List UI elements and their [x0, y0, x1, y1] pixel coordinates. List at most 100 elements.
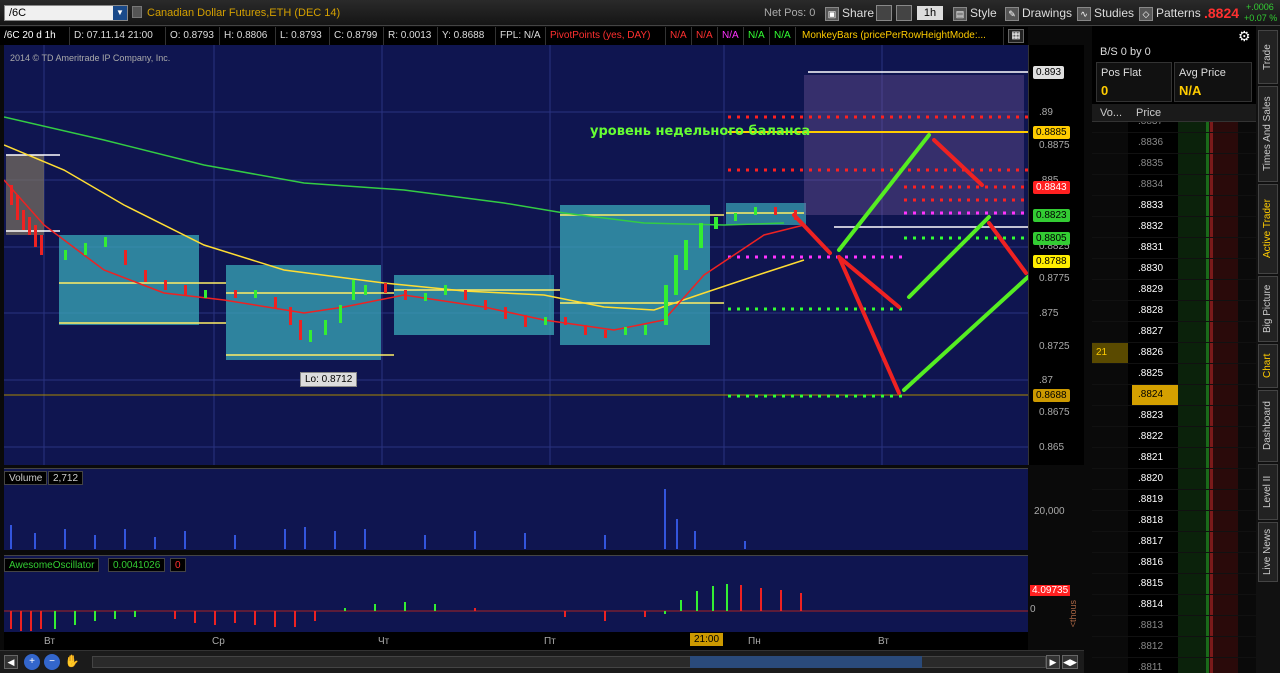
dom-row[interactable]: .8823	[1092, 406, 1256, 427]
dom-row[interactable]: .8819	[1092, 490, 1256, 511]
dom-price[interactable]: .8826	[1132, 343, 1178, 363]
dom-row[interactable]: .8830	[1092, 259, 1256, 280]
dom-row[interactable]: .8833	[1092, 196, 1256, 217]
dom-price[interactable]: .8821	[1132, 448, 1178, 468]
dom-row[interactable]: .8828	[1092, 301, 1256, 322]
info-pivotpoints[interactable]: PivotPoints (yes, DAY)	[546, 27, 666, 45]
dom-row[interactable]: .8816	[1092, 553, 1256, 574]
col-price-header[interactable]: Price	[1136, 107, 1161, 119]
style-button[interactable]: ▤ Style	[948, 4, 1002, 22]
price-label: 0.8805	[1033, 232, 1070, 245]
price-chart-canvas	[4, 45, 1028, 465]
dom-row[interactable]: .8834	[1092, 175, 1256, 196]
dom-price[interactable]: .8825	[1132, 364, 1178, 384]
dom-price[interactable]: .8827	[1132, 322, 1178, 342]
chart-info-bar: /6C 20 d 1h D: 07.11.14 21:00 O: 0.8793 …	[0, 27, 1028, 45]
tab-active-trader[interactable]: Active Trader	[1258, 184, 1278, 274]
dom-price[interactable]: .8832	[1132, 217, 1178, 237]
gear-icon[interactable]: ⚙	[1238, 28, 1251, 45]
expand-icon[interactable]: ◀▶	[1062, 655, 1078, 669]
dom-price[interactable]: .8812	[1132, 637, 1178, 657]
chart-settings-icon[interactable]: ▦	[1008, 29, 1024, 43]
dom-row[interactable]: .8815	[1092, 574, 1256, 595]
dom-row[interactable]: .8824	[1092, 385, 1256, 406]
symbol-input[interactable]: /6C ▼	[4, 5, 128, 21]
col-volume-header[interactable]: Vo...	[1100, 107, 1122, 119]
dom-price[interactable]: .8818	[1132, 511, 1178, 531]
awesome-oscillator-pane[interactable]: AwesomeOscillator 0.0041026 0	[4, 555, 1028, 632]
dom-row[interactable]: .8811	[1092, 658, 1256, 673]
dom-price[interactable]: .8816	[1132, 553, 1178, 573]
dom-row[interactable]: .8831	[1092, 238, 1256, 259]
dom-price[interactable]: .8833	[1132, 196, 1178, 216]
dom-price[interactable]: .8830	[1132, 259, 1178, 279]
dom-price[interactable]: .8813	[1132, 616, 1178, 636]
tab-trade[interactable]: Trade	[1258, 30, 1278, 84]
dom-price[interactable]: .8814	[1132, 595, 1178, 615]
tab-times-and-sales[interactable]: Times And Sales	[1258, 86, 1278, 182]
tab-dashboard[interactable]: Dashboard	[1258, 390, 1278, 462]
dom-row[interactable]: .8827	[1092, 322, 1256, 343]
tab-big-picture[interactable]: Big Picture	[1258, 276, 1278, 342]
info-low: L: 0.8793	[276, 27, 330, 45]
scroll-left-icon[interactable]: ◀	[4, 655, 18, 669]
dom-price[interactable]: .8831	[1132, 238, 1178, 258]
dom-row[interactable]: .8813	[1092, 616, 1256, 637]
dom-row[interactable]: .8821	[1092, 448, 1256, 469]
dom-row[interactable]: .8818	[1092, 511, 1256, 532]
scroll-right-icon[interactable]: ▶	[1046, 655, 1060, 669]
volume-pane[interactable]: Volume 2,712	[4, 468, 1028, 550]
dom-row[interactable]: .8836	[1092, 133, 1256, 154]
dom-row[interactable]: .8829	[1092, 280, 1256, 301]
info-monkeybars[interactable]: MonkeyBars (pricePerRowHeightMode:...	[798, 27, 1004, 45]
share-button[interactable]: ▣ Share	[820, 4, 879, 22]
crosshair-icon[interactable]	[876, 5, 892, 21]
dom-row[interactable]: .8820	[1092, 469, 1256, 490]
dom-row[interactable]: .8825	[1092, 364, 1256, 385]
tab-live-news[interactable]: Live News	[1258, 522, 1278, 582]
drawings-button[interactable]: ✎ Drawings	[1000, 4, 1077, 22]
info-close: C: 0.8799	[330, 27, 384, 45]
zoom-out-icon[interactable]: −	[44, 654, 60, 670]
info-symbol-timeframe[interactable]: /6C 20 d 1h	[0, 27, 70, 45]
tab-chart[interactable]: Chart	[1258, 344, 1278, 388]
dom-price[interactable]: .8823	[1132, 406, 1178, 426]
dom-row[interactable]: .8835	[1092, 154, 1256, 175]
patterns-icon: ◇	[1139, 6, 1153, 21]
dom-price[interactable]: .8811	[1132, 658, 1178, 673]
symbol-dropdown-icon[interactable]: ▼	[113, 6, 127, 20]
dom-ladder[interactable]: .8837.8836.8835.8834.8833.8832.8831.8830…	[1092, 122, 1256, 673]
dom-price[interactable]: .8820	[1132, 469, 1178, 489]
dom-price[interactable]: .8824	[1132, 385, 1178, 405]
dom-price[interactable]: .8822	[1132, 427, 1178, 447]
ao-unit-label: <thous	[1068, 600, 1078, 628]
dom-price[interactable]: .8828	[1132, 301, 1178, 321]
dom-row[interactable]: .8817	[1092, 532, 1256, 553]
dom-row[interactable]: .8826 21	[1092, 343, 1256, 364]
dom-price[interactable]: .8836	[1132, 133, 1178, 153]
dom-row[interactable]: .8822	[1092, 427, 1256, 448]
dom-row[interactable]: .8812	[1092, 637, 1256, 658]
zoom-in-icon[interactable]: +	[24, 654, 40, 670]
dom-price[interactable]: .8817	[1132, 532, 1178, 552]
dom-price[interactable]: .8819	[1132, 490, 1178, 510]
dom-row[interactable]: .8832	[1092, 217, 1256, 238]
price-label: 0.8788	[1033, 255, 1070, 268]
pan-hand-icon[interactable]: ✋	[64, 654, 80, 670]
scrollbar-thumb[interactable]	[690, 656, 922, 668]
last-price: .8824	[1204, 5, 1240, 21]
tab-level-ii[interactable]: Level II	[1258, 464, 1278, 520]
dom-price[interactable]: .8815	[1132, 574, 1178, 594]
price-chart[interactable]: 2014 © TD Ameritrade IP Company, Inc. ур…	[4, 45, 1028, 465]
dom-row[interactable]: .8837	[1092, 122, 1256, 133]
dom-price[interactable]: .8835	[1132, 154, 1178, 174]
patterns-button[interactable]: ◇ Patterns	[1134, 4, 1206, 22]
dom-row[interactable]: .8814	[1092, 595, 1256, 616]
symbol-info-icon[interactable]	[132, 6, 142, 18]
dom-price[interactable]: .8837	[1132, 122, 1178, 132]
wrench-icon[interactable]	[896, 5, 912, 21]
dom-price[interactable]: .8834	[1132, 175, 1178, 195]
studies-button[interactable]: ∿ Studies	[1072, 4, 1139, 22]
interval-selector[interactable]: 1h	[917, 6, 943, 20]
dom-price[interactable]: .8829	[1132, 280, 1178, 300]
